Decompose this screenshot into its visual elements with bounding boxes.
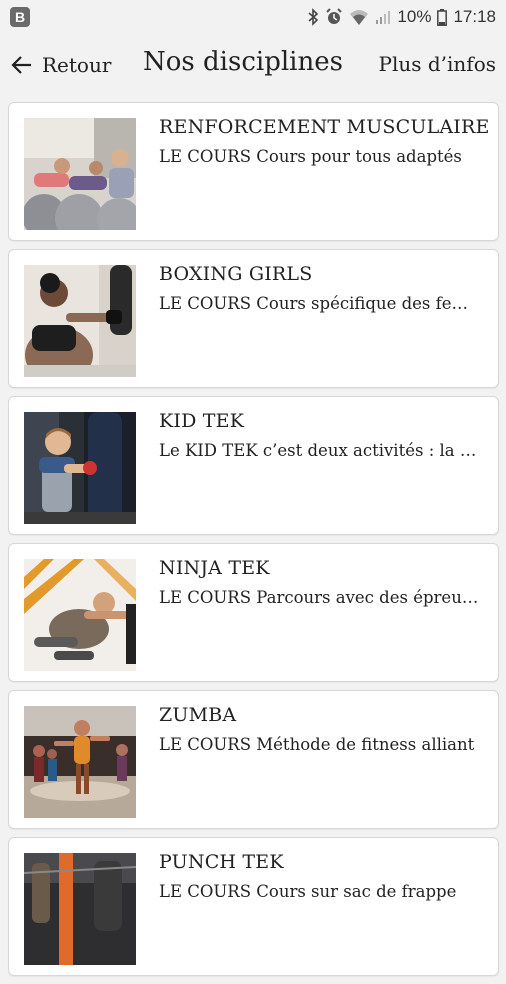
- discipline-description: LE COURS Cours spécifique des femmes: [159, 294, 481, 313]
- more-info-link[interactable]: Plus d’infos: [379, 52, 497, 76]
- alarm-icon: [326, 8, 343, 24]
- discipline-description: Le KID TEK c’est deux activités : la box…: [159, 441, 481, 460]
- discipline-description: LE COURS Méthode de fitness alliant: [159, 735, 475, 754]
- discipline-title: NINJA TEK: [159, 557, 270, 579]
- battery-icon: [437, 8, 448, 26]
- back-label: Retour: [42, 53, 112, 77]
- discipline-title: PUNCH TEK: [159, 851, 284, 873]
- discipline-title: RENFORCEMENT MUSCULAIRE: [159, 116, 490, 138]
- discipline-card-punch-tek[interactable]: PUNCH TEK LE COURS Cours sur sac de frap…: [8, 837, 499, 976]
- discipline-description: LE COURS Parcours avec des épreuves: [159, 588, 481, 607]
- discipline-photo: [24, 559, 136, 671]
- signal-icon: [376, 11, 391, 24]
- page-title: Nos disciplines: [143, 47, 343, 77]
- arrow-left-icon: [11, 56, 31, 74]
- discipline-photo: [24, 412, 136, 524]
- app-header: Retour Nos disciplines Plus d’infos: [0, 34, 506, 96]
- discipline-card-ninja-tek[interactable]: NINJA TEK LE COURS Parcours avec des épr…: [8, 543, 499, 682]
- battery-percent: 10%: [397, 7, 432, 26]
- discipline-card-renforcement[interactable]: RENFORCEMENT MUSCULAIRE LE COURS Cours p…: [8, 102, 499, 241]
- discipline-photo: [24, 706, 136, 818]
- discipline-photo: [24, 118, 136, 230]
- app-notification-icon: B: [10, 7, 30, 27]
- clock: 17:18: [453, 7, 496, 26]
- wifi-icon: [350, 10, 369, 25]
- discipline-title: KID TEK: [159, 410, 245, 432]
- bluetooth-icon: [308, 8, 319, 26]
- back-button[interactable]: Retour: [10, 53, 111, 77]
- discipline-title: ZUMBA: [159, 704, 237, 726]
- discipline-card-boxing-girls[interactable]: BOXING GIRLS LE COURS Cours spécifique d…: [8, 249, 499, 388]
- discipline-title: BOXING GIRLS: [159, 263, 313, 285]
- discipline-description: LE COURS Cours sur sac de frappe: [159, 882, 457, 901]
- discipline-list: RENFORCEMENT MUSCULAIRE LE COURS Cours p…: [8, 102, 499, 984]
- discipline-card-kid-tek[interactable]: KID TEK Le KID TEK c’est deux activités …: [8, 396, 499, 535]
- discipline-card-zumba[interactable]: ZUMBA LE COURS Méthode de fitness allian…: [8, 690, 499, 829]
- discipline-description: LE COURS Cours pour tous adaptés: [159, 147, 462, 166]
- discipline-photo: [24, 853, 136, 965]
- discipline-photo: [24, 265, 136, 377]
- status-bar: B 10% 17:18: [0, 0, 506, 34]
